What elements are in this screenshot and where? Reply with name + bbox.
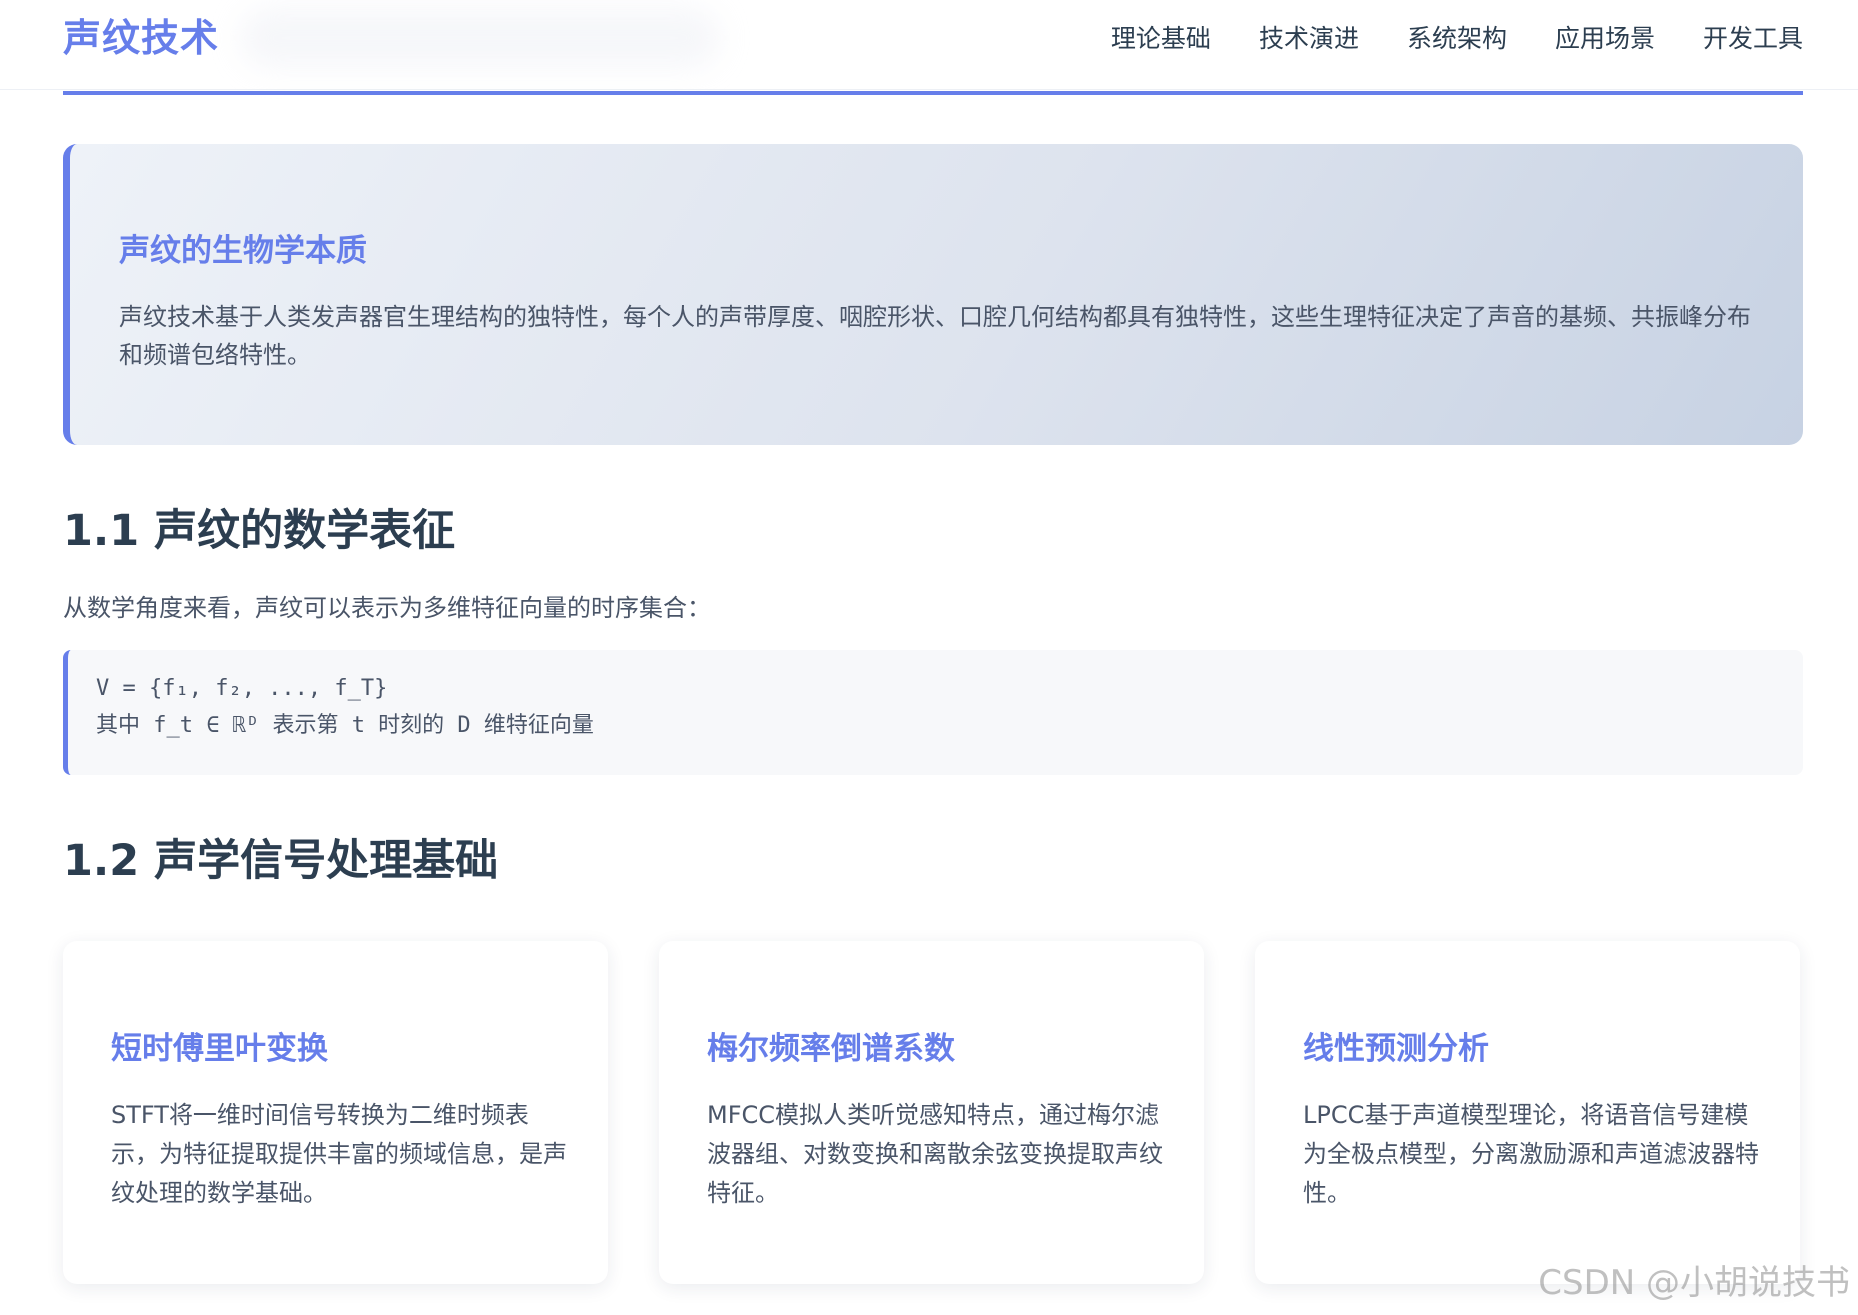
card-text: LPCC基于声道模型理论，将语音信号建模为全极点模型，分离激励源和声道滤波器特性…	[1303, 1101, 1759, 1207]
site-logo[interactable]: 声纹技术	[63, 14, 219, 62]
feature-card-stft: 短时傅里叶变换 STFT将一维时间信号转换为二维时频表示，为特征提取提供丰富的频…	[63, 941, 608, 1284]
card-text: MFCC模拟人类听觉感知特点，通过梅尔滤波器组、对数变换和离散余弦变换提取声纹特…	[707, 1101, 1163, 1207]
card-title: 梅尔频率倒谱系数	[707, 1031, 955, 1067]
section-title-signal: 1.2 声学信号处理基础	[63, 836, 499, 886]
code-block: V = {f₁, f₂, ..., f_T} 其中 f_t ∈ ℝᴰ 表示第 t…	[63, 650, 1803, 775]
card-text: STFT将一维时间信号转换为二维时频表示，为特征提取提供丰富的频域信息，是声纹处…	[111, 1101, 567, 1207]
feature-card-mfcc: 梅尔频率倒谱系数 MFCC模拟人类听觉感知特点，通过梅尔滤波器组、对数变换和离散…	[659, 941, 1204, 1284]
nav-link-architecture[interactable]: 系统架构	[1407, 20, 1507, 58]
highlight-text: 声纹技术基于人类发声器官生理结构的独特性，每个人的声带厚度、咽腔形状、口腔几何结…	[119, 303, 1751, 369]
nav-link-evolution[interactable]: 技术演进	[1259, 20, 1359, 58]
watermark: CSDN @小胡说技书	[1538, 1263, 1850, 1303]
code-line: 其中 f_t ∈ ℝᴰ 表示第 t 时刻的 D 维特征向量	[96, 713, 594, 738]
main-nav: 理论基础 技术演进 系统架构 应用场景 开发工具	[1063, 20, 1803, 58]
nav-link-applications[interactable]: 应用场景	[1555, 20, 1655, 58]
nav-link-tools[interactable]: 开发工具	[1703, 20, 1803, 58]
top-navbar: 声纹技术 理论基础 技术演进 系统架构 应用场景 开发工具	[0, 0, 1858, 90]
section-intro-math: 从数学角度来看，声纹可以表示为多维特征向量的时序集合：	[63, 594, 711, 622]
code-line: V = {f₁, f₂, ..., f_T}	[96, 676, 388, 701]
section-title-math: 1.1 声纹的数学表征	[63, 506, 456, 556]
card-title: 短时傅里叶变换	[111, 1031, 328, 1067]
header-divider	[63, 91, 1803, 95]
highlight-title: 声纹的生物学本质	[119, 233, 367, 269]
feature-card-lpcc: 线性预测分析 LPCC基于声道模型理论，将语音信号建模为全极点模型，分离激励源和…	[1255, 941, 1800, 1284]
highlight-box: 声纹的生物学本质 声纹技术基于人类发声器官生理结构的独特性，每个人的声带厚度、咽…	[63, 144, 1803, 445]
nav-link-theory[interactable]: 理论基础	[1111, 20, 1211, 58]
blurred-region	[240, 8, 720, 68]
card-title: 线性预测分析	[1303, 1031, 1489, 1067]
